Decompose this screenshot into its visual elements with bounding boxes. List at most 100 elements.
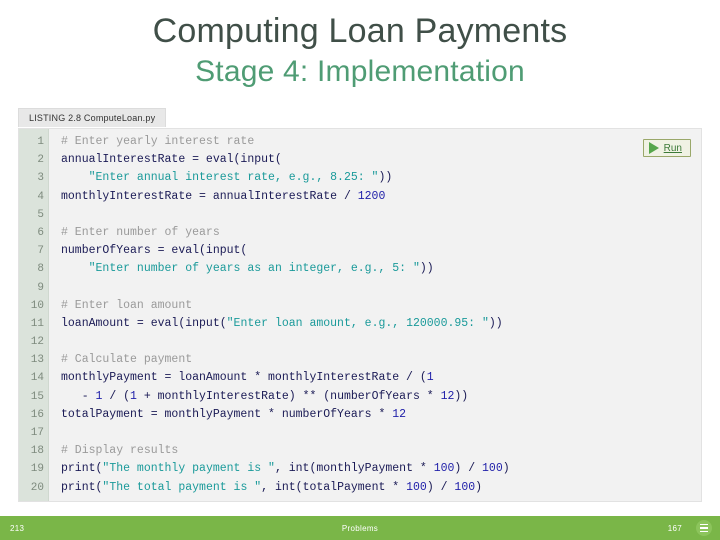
run-button-label: Run [663,142,682,154]
code-line-text: monthlyInterestRate = annualInterestRate… [49,188,385,206]
code-token: # Calculate payment [61,353,193,367]
code-line[interactable]: 16 totalPayment = monthlyPayment * number… [19,406,701,424]
code-token: # Enter number of years [61,225,220,239]
code-line[interactable]: 20 print("The total payment is ", int(tot… [19,479,701,497]
footer-section-label: Problems [341,523,379,533]
code-token: 100 [454,480,476,494]
code-token: print( [61,480,103,494]
code-line-text: # Calculate payment [49,351,192,369]
code-line-number: 8 [37,263,44,276]
code-line-text: annualInterestRate = eval(input( [49,151,282,169]
code-line-number: 15 [30,390,44,403]
code-line-text: totalPayment = monthlyPayment * numberOf… [49,406,406,424]
code-rows-container[interactable]: 1 # Enter yearly interest rate 2 annualInte… [19,129,701,497]
code-token: "Enter annual interest rate, e.g., 8.25:… [88,171,379,185]
code-token: , int(totalPayment * [261,480,407,494]
code-token: annualInterestRate = eval(input( [61,153,282,167]
code-token: print( [61,462,103,476]
code-line-number: 17 [30,427,44,439]
code-token: + monthlyInterestRate) ** (numberOfYears… [136,389,441,403]
code-line[interactable]: 12 [19,333,701,351]
code-line[interactable]: 13 # Calculate payment [19,351,701,369]
page-title: Computing Loan Payments [152,12,568,50]
code-line[interactable]: 2 annualInterestRate = eval(input( [19,151,701,169]
code-line[interactable]: 7 numberOfYears = eval(input( [19,242,701,260]
code-line-number: 12 [30,336,44,349]
code-token: loanAmount = eval(input( [61,316,227,330]
code-line-number: 5 [37,208,44,221]
code-token: "Enter number of years as an integer, e.… [88,262,420,276]
code-line-number: 16 [30,408,44,421]
menu-bar-2 [700,527,708,529]
code-line[interactable]: 18 # Display results [19,442,701,460]
code-token: "Enter loan amount, e.g., 120000.95: " [226,316,489,330]
code-token: 1 [130,389,137,403]
code-token: "The total payment is " [102,480,262,494]
code-token: ) / [426,480,455,494]
code-line-number: 1 [37,136,44,148]
code-token: - [61,389,96,403]
code-token: # Enter yearly interest rate [61,135,255,148]
code-token: # Enter loan amount [61,298,193,312]
code-line-text: "Enter annual interest rate, e.g., 8.25:… [49,169,393,187]
code-token: ) [502,462,510,476]
code-token: , int(monthlyPayment * [274,462,434,476]
code-line[interactable]: 6 # Enter number of years [19,224,701,242]
code-line[interactable]: 3 "Enter annual interest rate, e.g., 8.2… [19,169,701,187]
run-button[interactable]: Run [642,139,691,157]
code-listing-panel: 1 # Enter yearly interest rate 2 annualInte… [18,128,702,502]
code-line-text: numberOfYears = eval(input( [49,242,247,260]
code-line[interactable]: 8 "Enter number of years as an integer, … [19,260,701,278]
code-line-text: print("The monthly payment is ", int(mon… [49,460,510,478]
code-token: 1200 [357,189,386,203]
code-line-text: "Enter number of years as an integer, e.… [49,260,434,278]
slide-footer-bar: 213 Problems 167 [0,516,720,540]
code-line-number: 11 [30,317,44,330]
code-line[interactable]: 14 monthlyPayment = loanAmount * monthlyI… [19,369,701,387]
code-token: ) [475,480,483,494]
code-line-text: - 1 / (1 + monthlyInterestRate) ** (numb… [49,388,469,406]
code-line-number: 14 [30,372,44,385]
code-line-number: 6 [37,226,44,239]
menu-bar-3 [700,530,708,533]
code-line-number: 13 [30,354,44,367]
code-line-number: 7 [37,245,44,258]
code-line[interactable]: 10 # Enter loan amount [19,297,701,315]
menu-bar-1 [700,523,708,526]
code-token: )) [488,316,503,330]
code-line[interactable]: 1 # Enter yearly interest rate [19,133,701,151]
code-line-number: 10 [30,299,44,312]
code-line-number: 20 [30,481,44,494]
code-line[interactable]: 5 [19,206,701,224]
code-token: numberOfYears = eval(input( [61,244,248,258]
code-token: 100 [482,462,503,476]
code-line-text: # Display results [49,442,178,460]
code-line-number: 2 [37,154,44,167]
code-token: 12 [392,407,407,421]
code-line[interactable]: 17 [19,424,701,442]
code-token: )) [454,389,469,403]
code-line-number: 9 [37,281,44,294]
code-line[interactable]: 19 print("The monthly payment is ", int(m… [19,460,701,478]
page-subtitle: Stage 4: Implementation [195,55,525,88]
code-token: )) [378,171,393,185]
hamburger-menu-icon[interactable] [696,520,712,536]
code-line[interactable]: 15 - 1 / (1 + monthlyInterestRate) ** (n… [19,388,701,406]
code-line-text: # Enter yearly interest rate [49,133,254,151]
code-line[interactable]: 9 [19,279,701,297]
slide-title-block: Computing Loan Payments Stage 4: Impleme… [0,0,720,92]
code-line[interactable]: 11 loanAmount = eval(input("Enter loan am… [19,315,701,333]
code-line[interactable]: 4 monthlyInterestRate = annualInterestRat… [19,188,701,206]
code-line-number: 3 [37,172,44,185]
code-token: 100 [433,462,455,476]
code-token: totalPayment = monthlyPayment * numberOf… [61,407,393,421]
code-token: 12 [440,389,455,403]
code-token: 1 [426,371,434,385]
code-line-text: # Enter number of years [49,224,220,242]
code-token: # Display results [61,444,179,458]
code-line-number: 18 [30,445,44,458]
code-line-text: # Enter loan amount [49,297,192,315]
